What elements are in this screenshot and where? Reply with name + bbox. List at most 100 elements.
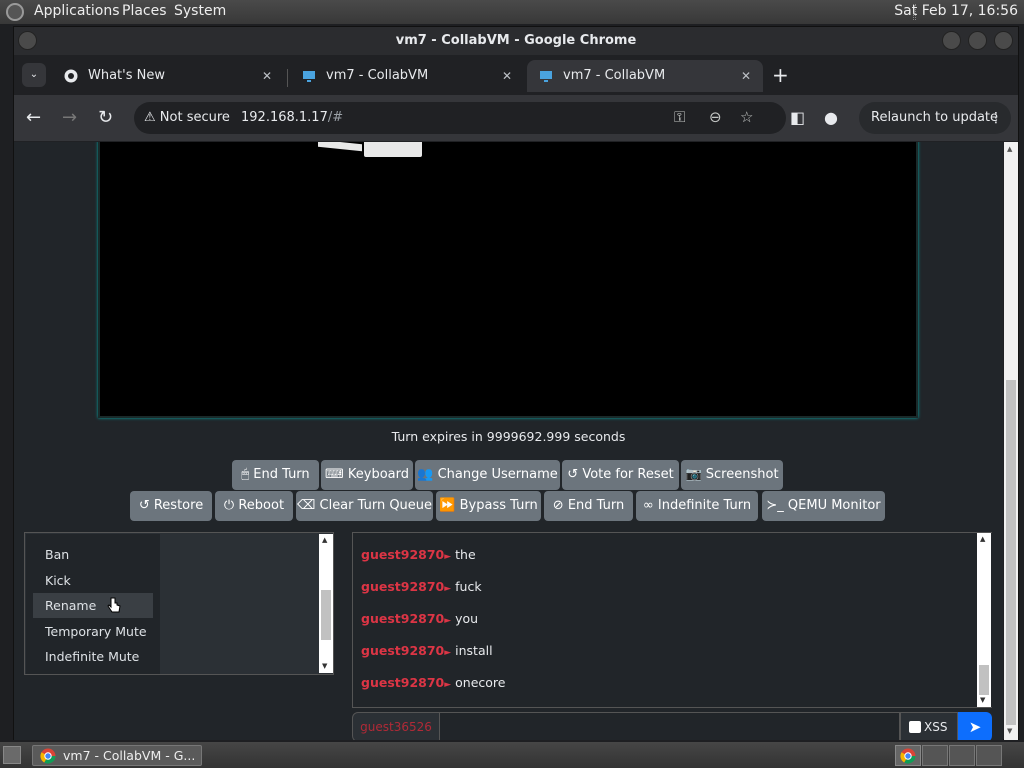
menu-item-ban[interactable]: Ban [33, 542, 153, 567]
scroll-down-icon[interactable]: ▼ [980, 696, 985, 704]
tab-collabvm-2[interactable]: vm7 - CollabVM ✕ [527, 60, 763, 92]
chat-text: fuck [455, 579, 482, 594]
taskbar-window-chrome[interactable]: vm7 - CollabVM - G... [32, 745, 202, 766]
menu-item-temporary-mute[interactable]: Temporary Mute [33, 619, 153, 644]
chat-username[interactable]: guest92870 [361, 643, 444, 658]
change-username-button[interactable]: 👥 Change Username [415, 460, 560, 490]
restore-button[interactable]: ↺ Restore [130, 491, 212, 521]
chat-message: guest92870► the [361, 547, 476, 562]
tab-collabvm-1[interactable]: vm7 - CollabVM ✕ [290, 60, 524, 92]
screenshot-button[interactable]: 📷 Screenshot [681, 460, 783, 490]
menu-places[interactable]: Places [122, 3, 167, 19]
user-context-menu: Ban Kick Rename Temporary Mute Indefinit… [26, 534, 160, 674]
workspace-4[interactable] [976, 745, 1002, 766]
tab-title: What's New [88, 68, 165, 83]
minimize-icon[interactable] [942, 31, 961, 50]
menu-item-rename[interactable]: Rename [33, 593, 153, 618]
vm-buttons-row1: 🖱 End Turn ⌨ Keyboard 👥 Change Username … [14, 460, 1003, 490]
chat-message-input[interactable] [439, 712, 900, 740]
close-tab-icon[interactable]: ✕ [262, 60, 272, 92]
address-bar[interactable]: ⚠ Not secure 192.168.1.17/# ⚿ ⊖ ☆ [134, 102, 786, 134]
navigation-bar: ← → ↻ ⚠ Not secure 192.168.1.17/# ⚿ ⊖ ☆ … [14, 95, 1018, 141]
workspace-switcher[interactable] [895, 745, 921, 766]
show-desktop-icon[interactable] [3, 746, 21, 764]
scrollbar-thumb[interactable] [979, 665, 989, 695]
send-button[interactable]: ➤ [958, 712, 992, 740]
vm-display[interactable] [98, 142, 918, 418]
close-tab-icon[interactable]: ✕ [502, 60, 512, 92]
scroll-down-icon[interactable]: ▼ [322, 662, 327, 670]
profile-icon[interactable]: ● [824, 106, 838, 130]
page-scrollbar[interactable]: ▲ ▼ [1004, 142, 1018, 740]
scroll-down-icon[interactable]: ▼ [1007, 727, 1012, 735]
url-text[interactable]: 192.168.1.17/# [241, 110, 343, 125]
security-indicator[interactable]: ⚠ Not secure [144, 110, 230, 125]
menu-system[interactable]: System [174, 3, 226, 19]
tab-whats-new[interactable]: What's New ✕ [52, 60, 284, 92]
clear-turn-queue-button[interactable]: ⌫ Clear Turn Queue [296, 491, 433, 521]
monitor-icon [303, 71, 315, 82]
kebab-menu-icon[interactable]: ⋮ [989, 102, 1003, 134]
reload-icon[interactable]: ↻ [98, 106, 113, 130]
chat-username[interactable]: guest92870 [361, 675, 444, 690]
end-turn-button[interactable]: 🖱 End Turn [232, 460, 319, 490]
chat-username[interactable]: guest92870 [361, 547, 444, 562]
scrollbar-thumb[interactable] [321, 590, 331, 640]
user-list[interactable]: Ban Kick Rename Temporary Mute Indefinit… [24, 532, 334, 675]
maximize-icon[interactable] [968, 31, 987, 50]
xss-toggle[interactable]: XSS [900, 712, 958, 740]
user-edit-icon: 👥 [417, 467, 434, 482]
chat-text: onecore [455, 675, 506, 690]
xss-checkbox[interactable] [909, 721, 921, 733]
workspace-2[interactable] [922, 745, 948, 766]
relaunch-button[interactable]: Relaunch to update ⋮ [859, 102, 1011, 134]
clock[interactable]: Sat Feb 17, 16:56 [894, 3, 1018, 19]
forward-icon: ⏩ [439, 498, 456, 513]
menu-item-kick[interactable]: Kick [33, 568, 153, 593]
window-menu-icon[interactable] [18, 31, 37, 50]
zoom-icon[interactable]: ⊖ [709, 108, 722, 126]
taskbar-item-label: vm7 - CollabVM - G... [63, 748, 196, 763]
chat-username[interactable]: guest92870 [361, 579, 444, 594]
window-title: vm7 - CollabVM - Google Chrome [395, 33, 637, 48]
bypass-turn-button[interactable]: ⏩ Bypass Turn [436, 491, 541, 521]
chevron-right-icon: ► [444, 680, 452, 690]
scroll-up-icon[interactable]: ▲ [322, 536, 327, 544]
chat-log[interactable]: guest92870► the guest92870► fuck guest92… [352, 532, 992, 708]
user-list-scrollbar[interactable]: ▲ ▼ [319, 534, 333, 673]
button-label: Reboot [238, 498, 285, 513]
username-display[interactable]: guest36526 [352, 712, 440, 740]
key-icon[interactable]: ⚿ [674, 108, 685, 126]
mate-logo-icon[interactable] [6, 3, 24, 21]
menu-applications[interactable]: Applications [34, 3, 120, 19]
close-tab-icon[interactable]: ✕ [741, 60, 751, 92]
admin-end-turn-button[interactable]: ⊘ End Turn [544, 491, 633, 521]
scroll-up-icon[interactable]: ▲ [980, 535, 985, 543]
workspace-3[interactable] [949, 745, 975, 766]
back-icon[interactable]: ← [26, 106, 41, 130]
scrollbar-thumb[interactable] [1006, 380, 1016, 725]
bookmark-star-icon[interactable]: ☆ [740, 108, 753, 126]
chat-message: guest92870► fuck [361, 579, 482, 594]
side-panel-icon[interactable]: ◧ [790, 106, 805, 130]
button-label: Clear Turn Queue [319, 498, 433, 513]
qemu-monitor-button[interactable]: ≻_ QEMU Monitor [762, 491, 885, 521]
window-titlebar: vm7 - CollabVM - Google Chrome [14, 27, 1018, 55]
button-label: Restore [153, 498, 204, 513]
forward-icon[interactable]: → [62, 106, 77, 130]
chrome-icon [40, 748, 56, 764]
vote-reset-button[interactable]: ↺ Vote for Reset [562, 460, 679, 490]
scroll-up-icon[interactable]: ▲ [1007, 145, 1012, 153]
keyboard-button[interactable]: ⌨ Keyboard [321, 460, 413, 490]
chat-username[interactable]: guest92870 [361, 611, 444, 626]
reboot-button[interactable]: ⏻ Reboot [215, 491, 293, 521]
indefinite-turn-button[interactable]: ∞ Indefinite Turn [636, 491, 758, 521]
new-tab-icon[interactable]: + [772, 63, 789, 87]
tab-search-icon[interactable]: ⌄ [22, 63, 46, 87]
chat-message: guest92870► onecore [361, 675, 505, 690]
close-window-icon[interactable] [994, 31, 1013, 50]
menu-item-indefinite-mute[interactable]: Indefinite Mute [33, 644, 153, 669]
vm-buttons-row2: ↺ Restore ⏻ Reboot ⌫ Clear Turn Queue ⏩ … [14, 491, 1003, 521]
button-label: Bypass Turn [459, 498, 538, 513]
chat-scrollbar[interactable]: ▲ ▼ [977, 533, 991, 707]
